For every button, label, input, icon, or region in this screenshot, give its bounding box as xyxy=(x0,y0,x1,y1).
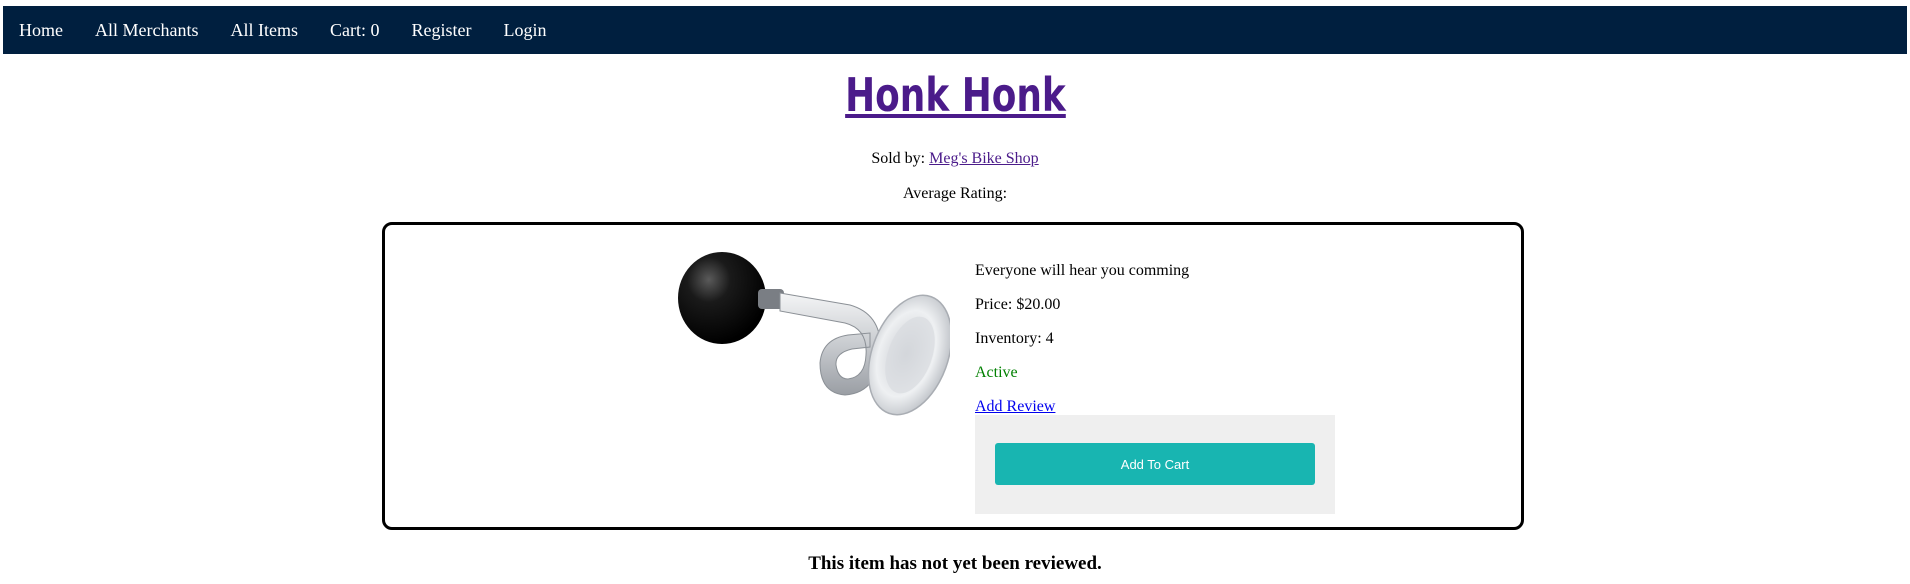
merchant-link[interactable]: Meg's Bike Shop xyxy=(929,150,1039,167)
item-card: Everyone will hear you comming Price: $2… xyxy=(382,222,1524,530)
nav-login[interactable]: Login xyxy=(503,20,546,41)
item-details: Everyone will hear you comming Price: $2… xyxy=(975,260,1345,430)
item-price: Price: $20.00 xyxy=(975,296,1061,313)
add-review-link[interactable]: Add Review xyxy=(975,398,1055,415)
add-to-cart-panel: Add To Cart xyxy=(975,415,1335,514)
item-status: Active xyxy=(975,364,1018,381)
item-title[interactable]: Honk Honk xyxy=(845,68,1066,122)
nav-cart[interactable]: Cart: 0 xyxy=(330,20,380,41)
top-navbar: Home All Merchants All Items Cart: 0 Reg… xyxy=(3,6,1907,54)
nav-all-merchants[interactable]: All Merchants xyxy=(95,20,198,41)
sold-by-line: Sold by: Meg's Bike Shop xyxy=(0,150,1910,168)
bike-horn-image xyxy=(678,252,950,416)
nav-register[interactable]: Register xyxy=(411,20,471,41)
average-rating: Average Rating: xyxy=(902,185,1008,202)
item-title-wrap: Honk Honk xyxy=(0,68,1910,122)
sold-by-label: Sold by: xyxy=(871,150,930,167)
add-to-cart-button[interactable]: Add To Cart xyxy=(995,443,1315,485)
nav-all-items[interactable]: All Items xyxy=(230,20,298,41)
nav-home[interactable]: Home xyxy=(19,20,63,41)
item-description: Everyone will hear you comming xyxy=(975,262,1190,279)
no-reviews-message: This item has not yet been reviewed. xyxy=(808,553,1102,574)
item-inventory: Inventory: 4 xyxy=(975,330,1054,347)
